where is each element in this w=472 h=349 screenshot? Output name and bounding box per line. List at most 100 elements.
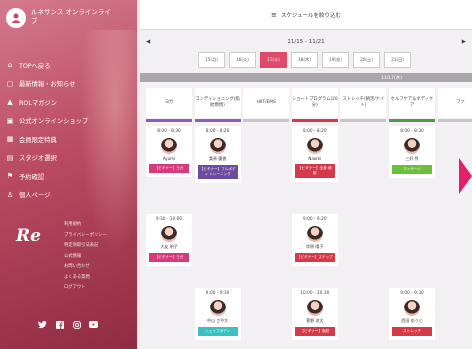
- lesson-card[interactable]: 8:00 - 8:20 桑原 優香 【ビギナー】フルボディ トレーニング: [194, 126, 241, 183]
- instructor-name: 三好 怜: [405, 156, 419, 161]
- lesson-tag: 【ビギナー】全身 燃焼: [294, 164, 335, 178]
- footer-link[interactable]: お問い合わせ: [64, 262, 107, 273]
- lesson-time: 8:00 - 8:20: [205, 129, 230, 134]
- instructor-name: Ayumi: [162, 156, 176, 161]
- lesson-card[interactable]: 10:00 - 10:30 菅野 涼太【ビギナー】脂肪: [291, 288, 338, 340]
- lesson-card[interactable]: 9:00 - 9:20 岸原 陽子【ビギナー】ステップ: [291, 214, 338, 266]
- footer-link[interactable]: よくある質問: [64, 273, 107, 284]
- day-tab[interactable]: 20(土): [353, 52, 380, 68]
- column-header[interactable]: セルフケア＆ボディケア: [389, 88, 435, 118]
- instructor-avatar: [404, 300, 420, 316]
- day-tab[interactable]: 19(金): [322, 52, 349, 68]
- day-tab[interactable]: 21(日): [384, 52, 411, 68]
- sidebar-item[interactable]: ▣ 公式オンラインショップ: [6, 112, 89, 131]
- category-bar: [194, 119, 241, 122]
- footer-link[interactable]: 利用規約: [64, 220, 107, 231]
- column-header[interactable]: コンディショニング(脂肪燃焼): [194, 88, 241, 118]
- lesson-tag: 【ビギナー】フルボディ トレーニング: [197, 165, 238, 179]
- category-bar: [146, 119, 192, 122]
- column-header[interactable]: ヨガ: [146, 88, 192, 118]
- lesson-time: 10:00 - 10:30: [300, 291, 330, 296]
- day-tab[interactable]: 15(月): [198, 52, 225, 68]
- lesson-card[interactable]: 8:00 - 8:30 Ayumi 【ビギナー】ヨガ: [146, 126, 192, 177]
- lesson-card[interactable]: 9:30 - 10:00 大友 明子【ビギナー】ヨガ: [146, 214, 192, 266]
- lesson-time: 9:00 - 9:30: [205, 291, 230, 296]
- sidebar-item[interactable]: ⚑ 予約確認: [6, 167, 88, 186]
- lesson-tag: 【ビギナー】脂肪: [294, 327, 335, 336]
- day-tab[interactable]: 16(火): [229, 52, 256, 68]
- instructor-avatar: [306, 138, 323, 154]
- sidebar-item-label: TOPへ戻る: [19, 62, 51, 70]
- lesson-time: 8:00 - 8:30: [400, 129, 424, 134]
- instructor-name: 西田 ゆうと: [401, 318, 423, 323]
- sidebar-item[interactable]: ▲ ROLマガジン: [6, 93, 88, 112]
- calendar-icon: ▤: [6, 153, 14, 162]
- lesson-time: 9:30 - 10:00: [155, 217, 183, 222]
- app-title: ルネサンス オンラインライブ: [31, 8, 111, 25]
- week-label[interactable]: 11/15 - 11/21: [287, 39, 324, 45]
- sidebar-item-label: 公式オンラインショップ: [19, 118, 89, 126]
- column-header[interactable]: ファ: [437, 88, 472, 118]
- next-week-button[interactable]: ▶: [462, 39, 466, 45]
- lesson-card[interactable]: 9:00 - 9:30 西田 ゆうとストレッチ: [389, 288, 435, 340]
- instructor-avatar: [306, 300, 323, 316]
- sidebar-nav: ⌂ TOPへ戻る ▢ 最新情報・お知らせ ▲ ROLマガジン ▣ 公式オンラインショップ ▩ 会員…: [6, 56, 89, 205]
- sidebar-header[interactable]: ルネサンス オンラインライブ: [6, 8, 115, 28]
- prev-week-button[interactable]: ◀: [146, 39, 150, 45]
- column-header[interactable]: ストレッチ(朝活/ナイト): [340, 88, 387, 118]
- sidebar-item[interactable]: ♙ 個人ページ: [6, 186, 88, 205]
- day-tab[interactable]: 17(水): [260, 52, 287, 68]
- instructor-name: 菅野 涼太: [306, 318, 324, 323]
- instructor-name: 大友 明子: [160, 244, 178, 249]
- category-bar: [243, 119, 290, 122]
- sidebar-item[interactable]: ▢ 最新情報・お知らせ: [6, 75, 88, 94]
- instagram-icon[interactable]: [72, 320, 81, 329]
- footer-link[interactable]: ログアウト: [64, 283, 107, 294]
- brand-logo: Re: [16, 226, 41, 246]
- footer-link[interactable]: 特定商取引法表記: [64, 241, 107, 252]
- lesson-time: 9:00 - 9:20: [303, 217, 327, 222]
- social-links: [38, 320, 98, 329]
- schedule-column: ショートプログラム(20分): [291, 88, 338, 123]
- lesson-tag: 【ビギナー】ステップ: [294, 253, 335, 262]
- lesson-card[interactable]: 8:00 - 8:30 三好 怜マッサージ: [389, 126, 435, 178]
- youtube-icon[interactable]: [89, 320, 98, 329]
- sidebar-item-label: 予約確認: [19, 173, 45, 181]
- footer-links: 利用規約 プライバシーポリシー 特定商取引法表記 公式情報 お問い合わせ よくある質問 ログ…: [64, 220, 107, 294]
- date-band: 11/17(水): [140, 73, 472, 82]
- sidebar-item-label: 最新情報・お知らせ: [19, 81, 76, 89]
- lesson-time: 9:00 - 9:30: [400, 291, 424, 296]
- flag-icon: ⚑: [6, 172, 14, 181]
- schedule-column: HIIT/EMS: [243, 88, 290, 123]
- filter-label: スケジュールを絞り込む: [280, 12, 341, 19]
- instructor-avatar: [306, 226, 323, 242]
- next-page-arrow-icon[interactable]: [459, 158, 472, 194]
- sidebar-item-label: スタジオ選択: [19, 155, 57, 163]
- person-icon: ♙: [6, 190, 14, 199]
- sidebar: ルネサンス オンラインライブ ⌂ TOPへ戻る ▢ 最新情報・お知らせ ▲ ROLマガジン…: [0, 0, 137, 349]
- sidebar-item[interactable]: ⌂ TOPへ戻る: [6, 56, 88, 75]
- filter-bar[interactable]: ≡ スケジュールを絞り込む: [140, 0, 472, 30]
- instructor-name: 岸原 陽子: [306, 244, 324, 249]
- sidebar-item-label: 個人ページ: [19, 192, 51, 200]
- day-tabs: 15(月) 16(火) 17(水) 18(木) 19(金) 20(土) 21(日): [198, 52, 411, 68]
- lesson-card[interactable]: 8:00 - 8:20 Naomi 【ビギナー】全身 燃焼: [291, 126, 338, 182]
- facebook-icon[interactable]: [55, 320, 64, 329]
- category-bar: [389, 119, 435, 122]
- instructor-name: Naomi: [308, 156, 322, 161]
- footer-link[interactable]: プライバシーポリシー: [64, 231, 107, 242]
- day-tab[interactable]: 18(木): [291, 52, 318, 68]
- lesson-tag: 【ビギナー】ヨガ: [149, 253, 189, 262]
- sidebar-item[interactable]: ▤ スタジオ選択: [6, 149, 88, 168]
- lesson-tag: ストレッチ: [392, 327, 432, 336]
- week-nav: ◀ 11/15 - 11/21 ▶: [140, 30, 472, 54]
- footer-link[interactable]: 公式情報: [64, 252, 107, 263]
- lesson-card[interactable]: 9:00 - 9:30 中山 さやか シェイプボディ: [194, 288, 241, 340]
- menu-icon: ≡: [271, 10, 277, 19]
- column-header[interactable]: ショートプログラム(20分): [291, 88, 338, 118]
- column-header[interactable]: HIIT/EMS: [243, 88, 290, 118]
- instructor-name: 中山 さやか: [206, 318, 229, 323]
- speech-icon: ▢: [6, 79, 14, 88]
- sidebar-item[interactable]: ▩ 会員限定特典: [6, 130, 88, 149]
- twitter-icon[interactable]: [38, 320, 47, 329]
